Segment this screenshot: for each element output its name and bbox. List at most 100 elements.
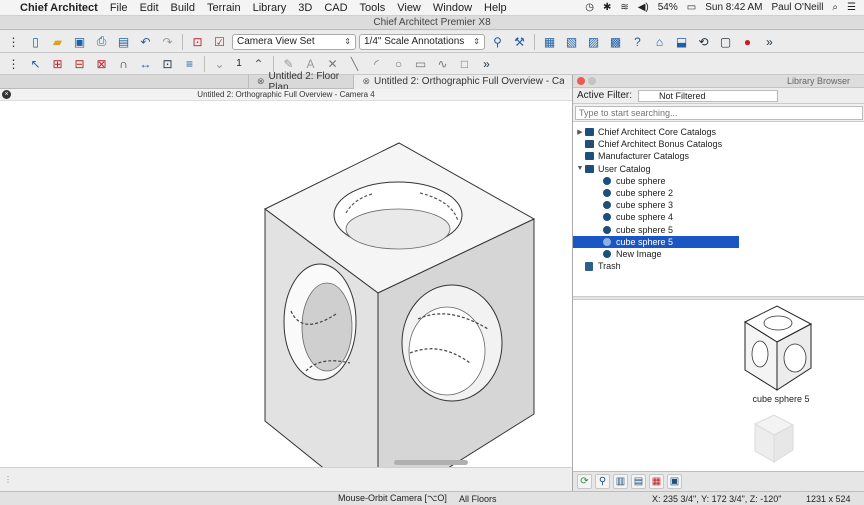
menu-cad[interactable]: CAD <box>324 2 347 14</box>
select-arrow-icon[interactable]: ↖ <box>26 55 45 73</box>
3d-view-canvas[interactable] <box>0 101 572 505</box>
time-machine-icon[interactable]: ◷ <box>585 2 594 13</box>
drag-handle-icon[interactable]: ⋮ <box>4 55 23 73</box>
volume-icon[interactable]: ◀) <box>638 2 649 13</box>
menu-3d[interactable]: 3D <box>298 2 312 14</box>
disclosure-down-icon[interactable]: ▼ <box>575 165 585 172</box>
camera-icon[interactable]: ⌂ <box>650 33 669 51</box>
overflow-chevron-icon[interactable]: » <box>760 33 779 51</box>
open-folder-icon[interactable]: ▰ <box>48 33 67 51</box>
tab-orthographic-overview[interactable]: ⊗ Untitled 2: Orthographic Full Overview… <box>353 74 572 89</box>
plan-view-icon[interactable]: ▦ <box>540 33 559 51</box>
disclosure-right-icon[interactable]: ▶ <box>575 128 585 136</box>
select-objects-icon[interactable]: ⊡ <box>188 33 207 51</box>
tree-item-cube-sphere-3[interactable]: cube sphere 3 <box>573 199 864 211</box>
view-set-select[interactable]: Camera View Set ⇕ <box>232 33 356 50</box>
record-icon[interactable]: ● <box>738 33 757 51</box>
close-window-icon[interactable] <box>577 77 585 85</box>
menu-edit[interactable]: Edit <box>140 2 159 14</box>
tree-item-new-image[interactable]: New Image <box>573 248 864 260</box>
help-icon[interactable]: ? <box>628 33 647 51</box>
render-icon[interactable]: ▢ <box>716 33 735 51</box>
battery-percent[interactable]: 54% <box>658 2 678 13</box>
wifi-icon[interactable]: ≋ <box>620 2 628 13</box>
spline-tool-icon[interactable]: ∿ <box>433 55 452 73</box>
active-filter-value[interactable]: Not Filtered <box>638 89 779 102</box>
horizontal-scrollbar[interactable] <box>394 460 468 465</box>
annotation-set-select[interactable]: 1/4" Scale Annotations ⇕ <box>359 33 485 50</box>
tree-item-cube-sphere-4[interactable]: cube sphere 4 <box>573 211 864 223</box>
cabinet-tool-icon[interactable]: ⊟ <box>70 55 89 73</box>
user-name[interactable]: Paul O'Neill <box>771 2 823 13</box>
circle-tool-icon[interactable]: ○ <box>389 55 408 73</box>
save-icon[interactable]: ▣ <box>70 33 89 51</box>
menu-tools[interactable]: Tools <box>360 2 386 14</box>
library-search-input[interactable] <box>575 106 863 120</box>
door-tool-icon[interactable]: ∩ <box>114 55 133 73</box>
rectangle-tool-icon[interactable]: ▭ <box>411 55 430 73</box>
menu-build[interactable]: Build <box>171 2 195 14</box>
tab-floor-plan[interactable]: ⊗ Untitled 2: Floor Plan <box>248 71 353 93</box>
redo-icon[interactable]: ↷ <box>158 33 177 51</box>
add-to-plan-icon[interactable]: ▣ <box>667 474 682 489</box>
tree-item-cube-sphere-2[interactable]: cube sphere 2 <box>573 187 864 199</box>
new-plan-icon[interactable]: ▯ <box>26 33 45 51</box>
menu-view[interactable]: View <box>397 2 421 14</box>
stairs-tool-icon[interactable]: ⊠ <box>92 55 111 73</box>
undo-icon[interactable]: ↶ <box>136 33 155 51</box>
tree-item-cube-sphere-5-selected[interactable]: cube sphere 5 <box>573 235 739 248</box>
dimension-tool-icon[interactable]: ↔ <box>136 55 155 73</box>
menu-terrain[interactable]: Terrain <box>207 2 241 14</box>
schedule-icon[interactable]: ▨ <box>584 33 603 51</box>
chevron-up-icon[interactable]: ⌃ <box>249 55 268 73</box>
tree-item-manufacturer-catalogs[interactable]: Manufacturer Catalogs <box>573 150 864 162</box>
3d-view-icon[interactable]: ⬓ <box>672 33 691 51</box>
send-to-layout-icon[interactable]: ▤ <box>114 33 133 51</box>
wall-tool-icon[interactable]: ⊞ <box>48 55 67 73</box>
split-view-icon[interactable]: ▤ <box>631 474 646 489</box>
window-tool-icon[interactable]: ⊡ <box>158 55 177 73</box>
spotlight-search-icon[interactable]: ⌕ <box>832 2 838 13</box>
mouse-orbit-icon[interactable]: ⟲ <box>694 33 713 51</box>
wrench-icon[interactable]: ⚒ <box>510 33 529 51</box>
layers-icon[interactable]: ≡ <box>180 55 199 73</box>
calendar-icon[interactable]: ▩ <box>606 33 625 51</box>
refresh-icon[interactable]: ⟳ <box>577 474 592 489</box>
checkbox-tool-icon[interactable]: ☑ <box>210 33 229 51</box>
print-icon[interactable]: ⎙ <box>92 33 111 51</box>
bluetooth-icon[interactable]: ✱ <box>603 2 611 13</box>
notification-center-icon[interactable]: ☰ <box>847 2 856 13</box>
materials-icon[interactable]: ▧ <box>562 33 581 51</box>
close-tab-icon[interactable]: ⊗ <box>257 76 265 87</box>
overflow-chevron-icon[interactable]: » <box>477 55 496 73</box>
box-tool-icon[interactable]: □ <box>455 55 474 73</box>
drag-handle-icon[interactable]: ⋮ <box>4 475 12 484</box>
menu-library[interactable]: Library <box>253 2 287 14</box>
close-tab-icon[interactable]: ⊗ <box>362 76 370 87</box>
tree-item-user-catalog[interactable]: ▼ User Catalog <box>573 163 864 175</box>
clock[interactable]: Sun 8:42 AM <box>705 2 762 13</box>
preview-toggle-icon[interactable]: ▦ <box>649 474 664 489</box>
tree-view-icon[interactable]: ▥ <box>613 474 628 489</box>
user-folder-icon <box>585 164 594 173</box>
menu-help[interactable]: Help <box>484 2 507 14</box>
search-library-icon[interactable]: ⚲ <box>595 474 610 489</box>
tree-item-core-catalogs[interactable]: ▶ Chief Architect Core Catalogs <box>573 126 864 138</box>
tree-item-cube-sphere[interactable]: cube sphere <box>573 175 864 187</box>
tree-item-cube-sphere-5[interactable]: cube sphere 5 <box>573 224 864 236</box>
preview-caption: cube sphere 5 <box>752 394 810 404</box>
arc-tool-icon[interactable]: ◜ <box>367 55 386 73</box>
menu-file[interactable]: File <box>110 2 128 14</box>
line-tool-icon[interactable]: ╲ <box>345 55 364 73</box>
layer-display-icon[interactable]: ⚲ <box>488 33 507 51</box>
chevron-down-icon[interactable]: ⌄ <box>210 55 229 73</box>
close-view-icon[interactable]: × <box>2 90 11 99</box>
app-menu[interactable]: Chief Architect <box>20 2 98 14</box>
tree-item-trash[interactable]: Trash <box>573 260 864 272</box>
battery-icon[interactable]: ▭ <box>687 2 696 13</box>
menu-window[interactable]: Window <box>433 2 472 14</box>
tree-item-bonus-catalogs[interactable]: Chief Architect Bonus Catalogs <box>573 138 864 150</box>
drag-handle-icon[interactable]: ⋮ <box>4 33 23 51</box>
menu-bar: Chief Architect File Edit Build Terrain … <box>0 0 864 16</box>
minimize-window-icon[interactable] <box>588 77 596 85</box>
